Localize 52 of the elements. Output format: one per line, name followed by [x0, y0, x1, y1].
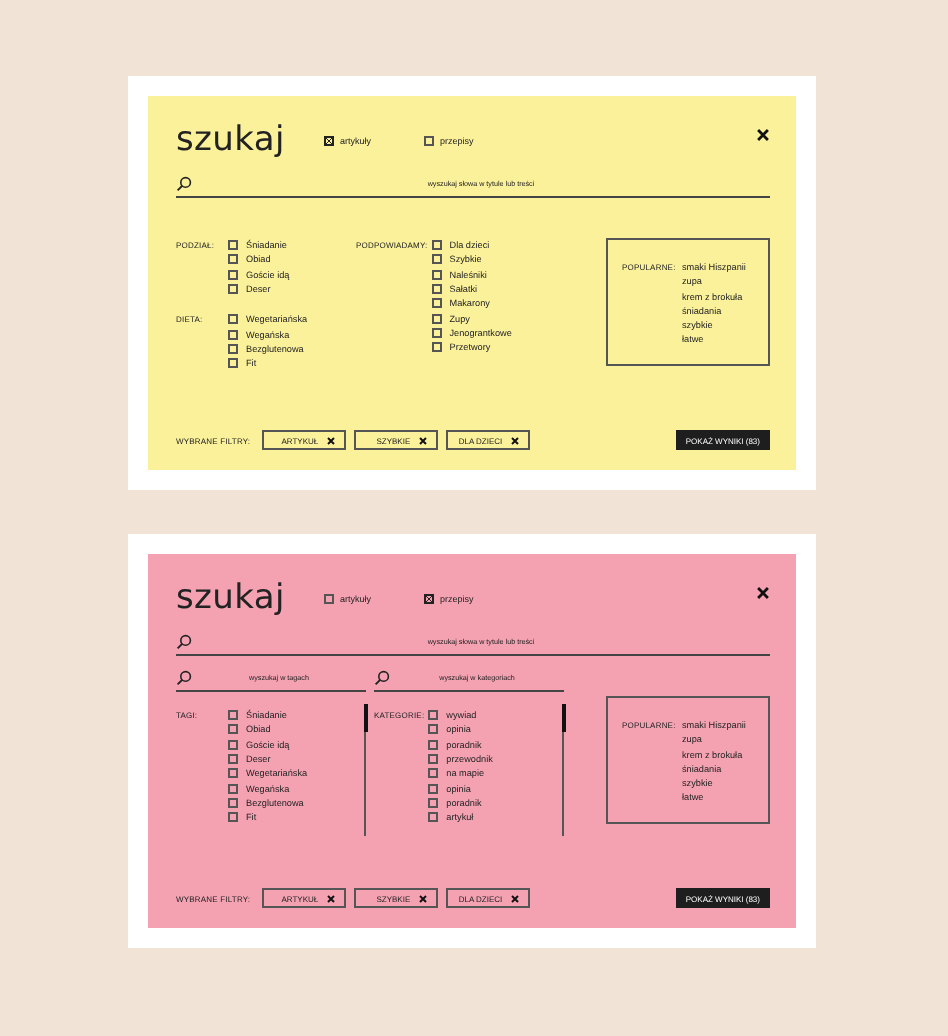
- checkbox[interactable]: [324, 135, 334, 145]
- checkbox[interactable]: [228, 314, 238, 325]
- checkbox[interactable]: [428, 768, 439, 779]
- checkbox[interactable]: [431, 298, 442, 309]
- remove-icon[interactable]: [510, 893, 521, 903]
- remove-icon[interactable]: [418, 435, 429, 445]
- checkbox[interactable]: [228, 284, 238, 295]
- search-icon: [374, 670, 390, 686]
- scrollbar[interactable]: [562, 704, 564, 836]
- remove-icon[interactable]: [418, 893, 429, 903]
- checkbox[interactable]: [228, 710, 238, 721]
- checkbox[interactable]: [228, 343, 238, 354]
- checkbox[interactable]: [228, 240, 238, 251]
- checkbox[interactable]: [424, 593, 434, 603]
- scrollbar[interactable]: [364, 704, 366, 836]
- checkbox[interactable]: [431, 342, 442, 353]
- remove-icon[interactable]: [326, 435, 337, 445]
- remove-icon[interactable]: [510, 435, 521, 445]
- checkbox[interactable]: [228, 797, 238, 808]
- checkbox[interactable]: [428, 710, 439, 721]
- checkbox[interactable]: [428, 783, 439, 794]
- checkbox[interactable]: [428, 797, 439, 808]
- checkbox[interactable]: [228, 269, 238, 280]
- checkbox[interactable]: [431, 327, 442, 338]
- search-icon: [176, 670, 192, 686]
- search-icon: [176, 176, 192, 192]
- checkbox[interactable]: [428, 754, 439, 765]
- checkbox[interactable]: [228, 358, 238, 369]
- checkbox[interactable]: [431, 269, 442, 280]
- checkbox[interactable]: [431, 284, 442, 295]
- close-icon[interactable]: [756, 127, 770, 141]
- search-icon: [176, 634, 192, 650]
- checkbox[interactable]: [228, 254, 238, 265]
- close-icon[interactable]: [756, 585, 770, 599]
- checkbox[interactable]: [228, 329, 238, 340]
- checkbox[interactable]: [424, 135, 434, 145]
- checkbox[interactable]: [228, 783, 238, 794]
- checkbox[interactable]: [431, 313, 442, 324]
- checkbox[interactable]: [324, 593, 334, 603]
- checkbox[interactable]: [431, 254, 442, 265]
- checkbox[interactable]: [228, 754, 238, 765]
- checkbox[interactable]: [428, 724, 439, 735]
- checkbox[interactable]: [228, 724, 238, 735]
- checkbox[interactable]: [428, 812, 439, 823]
- checkbox[interactable]: [431, 240, 442, 251]
- panel-title: szukaj: [176, 578, 287, 618]
- remove-icon[interactable]: [326, 893, 337, 903]
- panel-title: szukaj: [176, 120, 287, 160]
- checkbox[interactable]: [228, 812, 238, 823]
- checkbox[interactable]: [228, 739, 238, 750]
- checkbox[interactable]: [228, 768, 238, 779]
- checkbox[interactable]: [428, 739, 439, 750]
